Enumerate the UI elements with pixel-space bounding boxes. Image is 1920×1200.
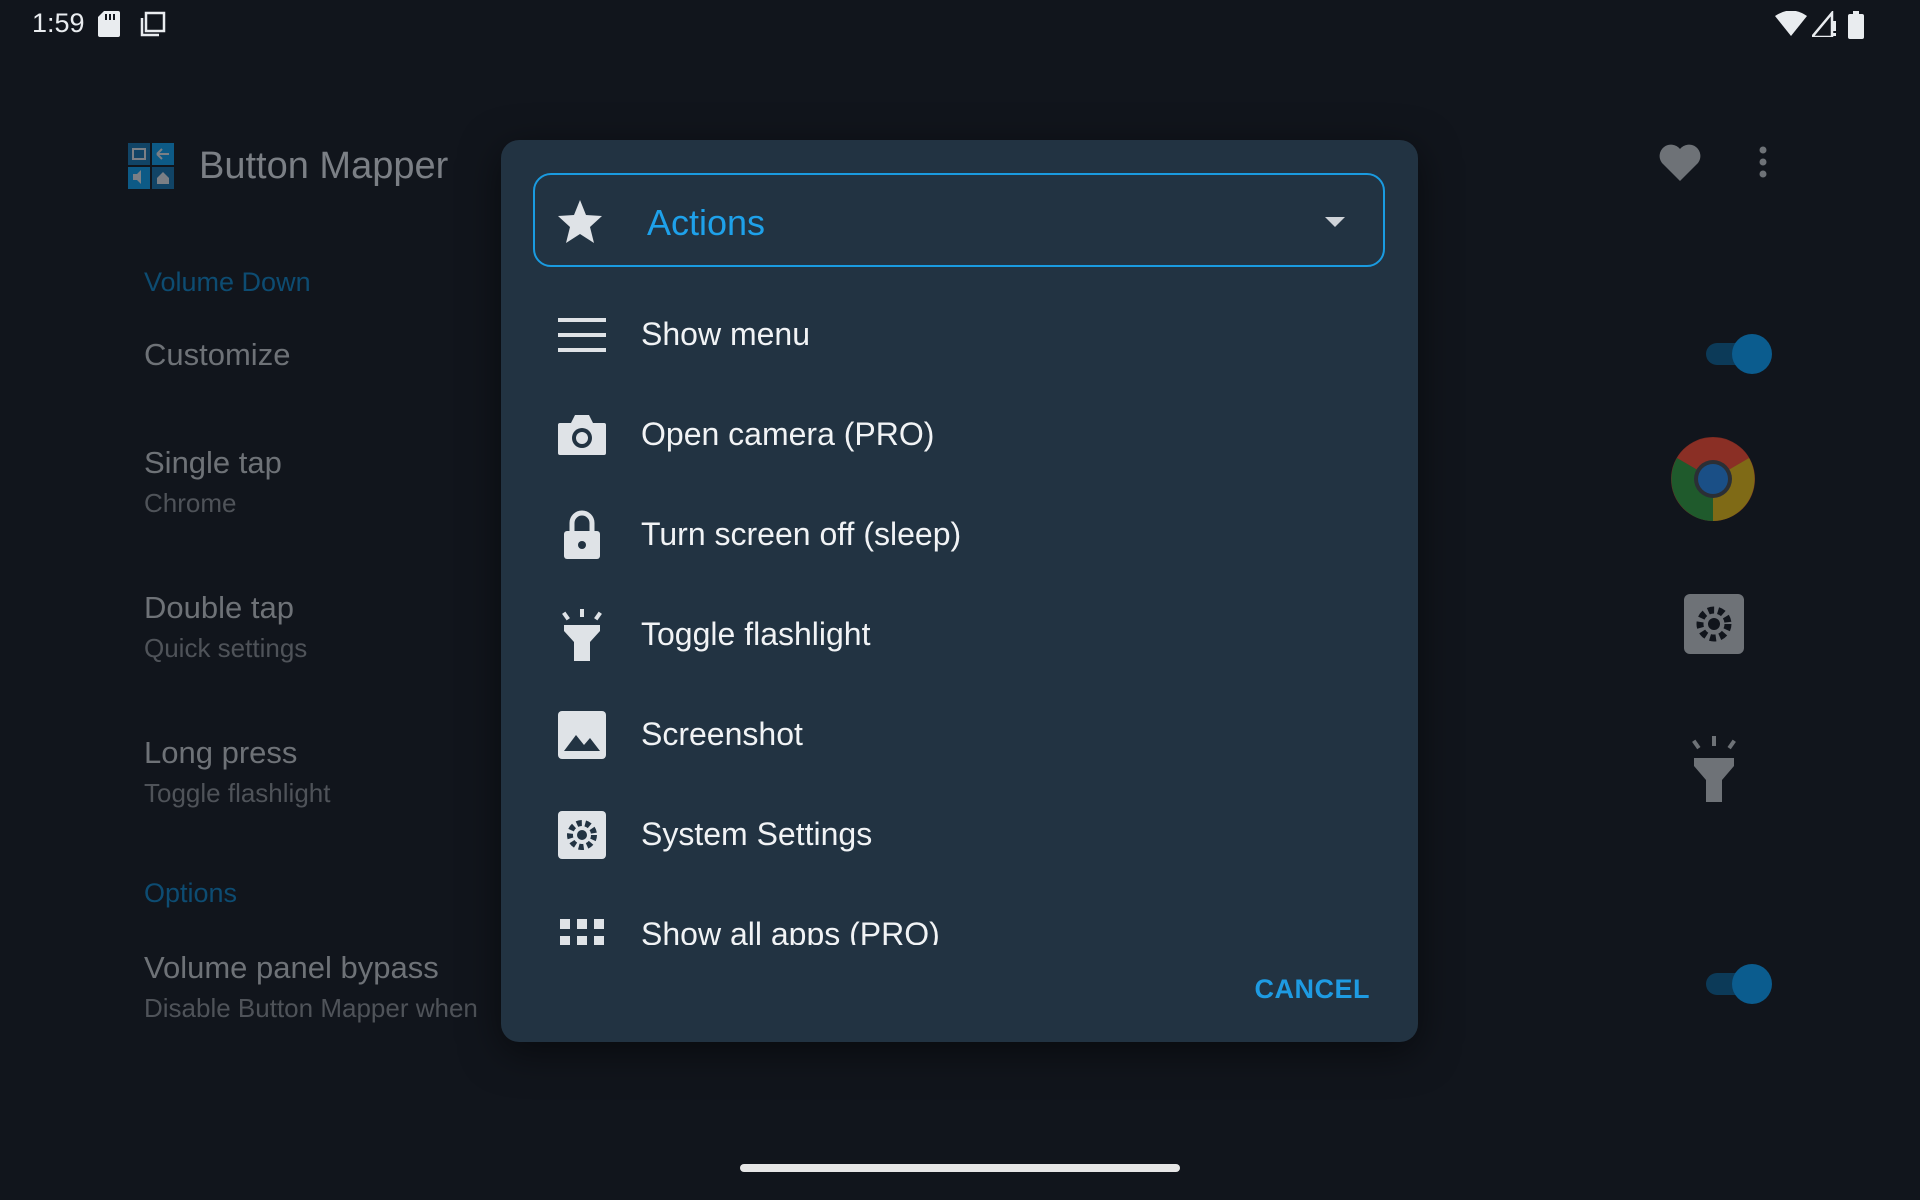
pref-single-tap-value: Chrome xyxy=(144,488,237,518)
image-icon xyxy=(558,711,606,759)
pref-volume-panel-bypass-desc: Disable Button Mapper when xyxy=(144,993,478,1023)
cancel-button[interactable]: CANCEL xyxy=(1255,974,1371,1005)
list-item[interactable]: Show menu xyxy=(501,285,1418,385)
app-title: Button Mapper xyxy=(199,145,449,187)
heart-icon[interactable] xyxy=(1658,143,1702,183)
pref-double-tap[interactable]: Double tap xyxy=(144,590,294,626)
list-item-label: Show menu xyxy=(641,316,810,352)
category-dropdown[interactable]: Actions xyxy=(533,173,1385,267)
list-item[interactable]: System Settings xyxy=(501,785,1418,885)
pref-long-press-value: Toggle flashlight xyxy=(144,778,331,808)
pref-customize[interactable]: Customize xyxy=(144,337,290,373)
list-item[interactable]: Screenshot xyxy=(501,685,1418,785)
list-item[interactable]: Open camera (PRO) xyxy=(501,385,1418,485)
flashlight-icon xyxy=(562,609,602,661)
list-item-label: Toggle flashlight xyxy=(641,616,871,652)
list-item-label: System Settings xyxy=(641,816,873,852)
customize-switch[interactable] xyxy=(1706,333,1772,374)
chevron-down-icon xyxy=(1325,217,1345,227)
settings-icon xyxy=(558,811,606,859)
menu-icon xyxy=(558,318,606,352)
chrome-icon xyxy=(1671,437,1755,521)
camera-icon xyxy=(558,415,606,455)
list-item[interactable]: Turn screen off (sleep) xyxy=(501,485,1418,585)
settings-icon xyxy=(1684,594,1744,654)
list-item-label: Screenshot xyxy=(641,716,803,752)
volume-panel-bypass-switch[interactable] xyxy=(1706,963,1772,1004)
category-selected: Actions xyxy=(647,202,766,243)
apps-grid-icon xyxy=(560,919,604,945)
pref-double-tap-value: Quick settings xyxy=(144,633,308,663)
action-list[interactable]: Show menu Open camera (PRO) Turn screen … xyxy=(501,285,1418,1073)
list-item-label: Open camera (PRO) xyxy=(641,416,935,452)
flashlight-icon xyxy=(1692,736,1736,802)
section-options: Options xyxy=(144,878,238,908)
pref-long-press[interactable]: Long press xyxy=(144,735,297,771)
overflow-menu-icon[interactable] xyxy=(1756,143,1770,183)
section-volume-down: Volume Down xyxy=(144,267,311,297)
list-item[interactable]: Show all apps (PRO) xyxy=(501,885,1418,945)
lock-icon xyxy=(564,510,600,559)
list-item-label: Turn screen off (sleep) xyxy=(641,516,962,552)
list-item-label: Show all apps (PRO) xyxy=(641,916,940,945)
app-logo-icon xyxy=(128,143,174,189)
pref-volume-panel-bypass[interactable]: Volume panel bypass xyxy=(144,950,439,986)
list-item[interactable]: Toggle flashlight xyxy=(501,585,1418,685)
home-indicator[interactable] xyxy=(740,1164,1180,1172)
action-picker-dialog: Actions Show menu Open camera (PRO) Turn… xyxy=(501,140,1418,1042)
pref-single-tap[interactable]: Single tap xyxy=(144,445,282,481)
star-icon xyxy=(558,200,602,243)
